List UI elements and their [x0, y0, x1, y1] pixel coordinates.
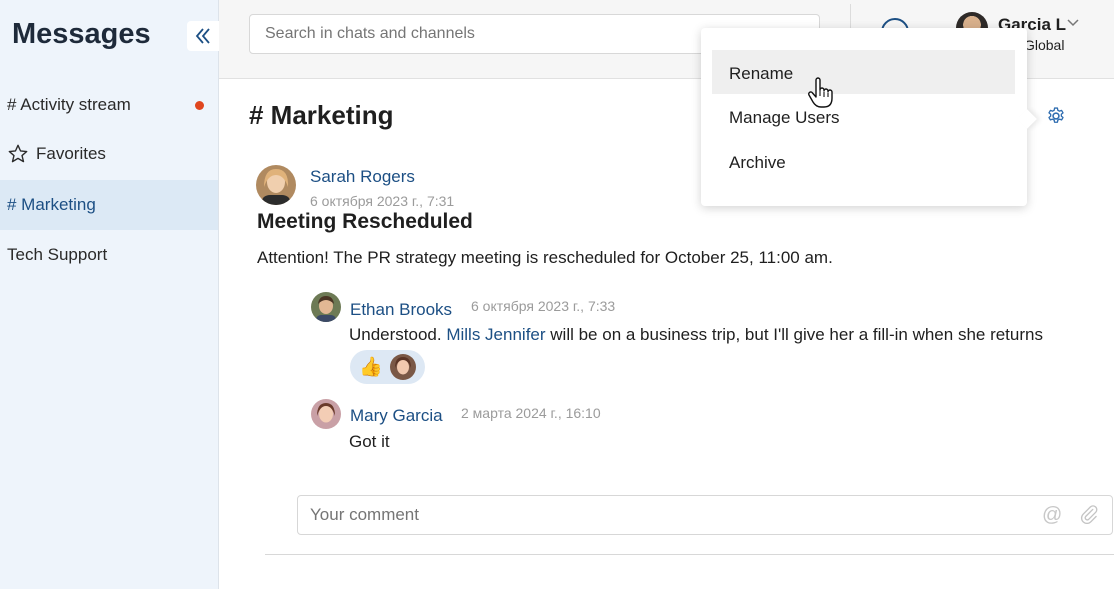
reply-date: 6 октября 2023 г., 7:33	[471, 298, 616, 314]
post-author[interactable]: Sarah Rogers	[310, 167, 415, 187]
post-text: Attention! The PR strategy meeting is re…	[257, 248, 833, 267]
avatar[interactable]	[311, 292, 341, 322]
reply-text: Got it	[349, 432, 390, 451]
menu-item-rename[interactable]: Rename	[712, 50, 1015, 94]
post-subject: Meeting Rescheduled	[257, 210, 473, 233]
unread-dot	[195, 101, 204, 110]
user-mention-link[interactable]: Mills Jennifer	[446, 325, 545, 344]
reply-author[interactable]: Mary Garcia	[350, 406, 443, 426]
paperclip-icon[interactable]	[1079, 504, 1099, 524]
sidebar-item-activity-stream[interactable]: # Activity stream	[0, 80, 218, 130]
sidebar-item-label: # Activity stream	[7, 95, 131, 114]
reply-author[interactable]: Ethan Brooks	[350, 300, 452, 320]
thumbs-up-icon: 👍	[359, 357, 383, 378]
menu-item-archive[interactable]: Archive	[712, 139, 1015, 183]
divider	[265, 554, 1114, 555]
sidebar-item-tech-support[interactable]: Tech Support	[0, 230, 218, 280]
reply-text: Understood. Mills Jennifer will be on a …	[349, 325, 1043, 345]
sidebar-item-favorites[interactable]: Favorites	[0, 129, 218, 179]
avatar	[390, 354, 416, 380]
comment-input[interactable]	[297, 495, 1113, 535]
reply-text-before: Understood.	[349, 325, 447, 344]
post-date: 6 октября 2023 г., 7:31	[310, 193, 455, 209]
collapse-sidebar-button[interactable]	[187, 21, 219, 51]
reply-date: 2 марта 2024 г., 16:10	[461, 405, 601, 421]
collapse-icon	[195, 28, 210, 44]
chevron-down-icon[interactable]	[1067, 18, 1079, 28]
menu-item-manage-users[interactable]: Manage Users	[712, 94, 1015, 138]
reaction-badge[interactable]: 👍	[350, 350, 425, 384]
star-icon	[7, 143, 29, 165]
channel-settings-menu: Rename Manage Users Archive	[701, 28, 1027, 206]
sidebar-item-label: # Marketing	[7, 195, 96, 214]
at-icon[interactable]: @	[1042, 504, 1062, 527]
sidebar-item-label: Tech Support	[7, 245, 108, 264]
avatar[interactable]	[256, 165, 296, 205]
sidebar-item-marketing[interactable]: # Marketing	[0, 180, 218, 230]
reply-text-after: will be on a business trip, but I'll giv…	[545, 325, 1043, 344]
sidebar: Messages # Activity stream Favorites # M…	[0, 0, 219, 589]
page-title: # Marketing	[249, 100, 394, 130]
gear-icon[interactable]	[1046, 106, 1066, 126]
hand-cursor-icon	[808, 77, 833, 108]
avatar[interactable]	[311, 399, 341, 429]
sidebar-title: Messages	[12, 18, 151, 50]
sidebar-item-label: Favorites	[36, 144, 106, 163]
messenger-app: Messages # Activity stream Favorites # M…	[0, 0, 1114, 589]
